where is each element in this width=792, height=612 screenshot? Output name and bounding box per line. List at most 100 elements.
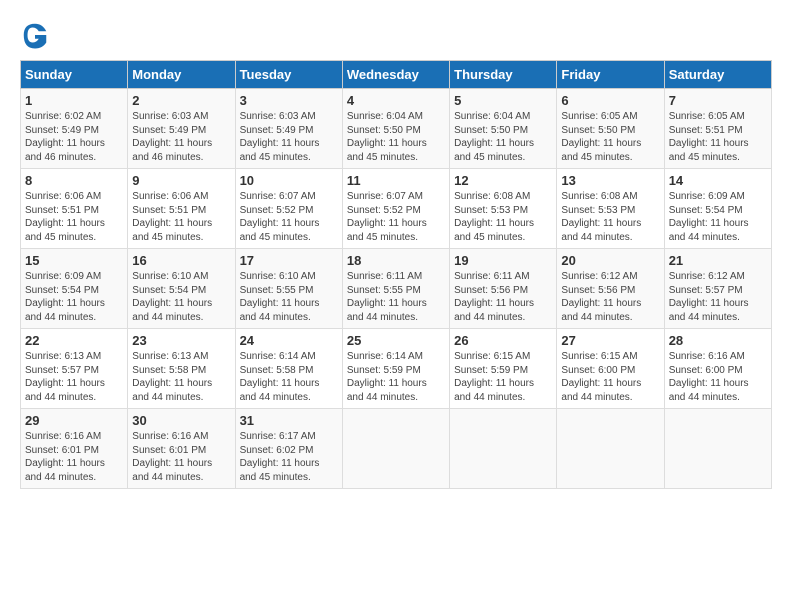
day-detail: Sunrise: 6:15 AMSunset: 5:59 PMDaylight:… <box>454 351 534 403</box>
calendar-cell <box>450 409 557 489</box>
header-thursday: Thursday <box>450 61 557 89</box>
day-number: 20 <box>561 253 659 268</box>
calendar-cell: 1 Sunrise: 6:02 AMSunset: 5:49 PMDayligh… <box>21 89 128 169</box>
calendar-cell <box>557 409 664 489</box>
calendar-cell: 19 Sunrise: 6:11 AMSunset: 5:56 PMDaylig… <box>450 249 557 329</box>
calendar-cell: 8 Sunrise: 6:06 AMSunset: 5:51 PMDayligh… <box>21 169 128 249</box>
day-detail: Sunrise: 6:13 AMSunset: 5:57 PMDaylight:… <box>25 351 105 403</box>
calendar-cell: 29 Sunrise: 6:16 AMSunset: 6:01 PMDaylig… <box>21 409 128 489</box>
header-wednesday: Wednesday <box>342 61 449 89</box>
calendar-cell: 11 Sunrise: 6:07 AMSunset: 5:52 PMDaylig… <box>342 169 449 249</box>
day-detail: Sunrise: 6:11 AMSunset: 5:55 PMDaylight:… <box>347 271 427 323</box>
calendar-cell: 6 Sunrise: 6:05 AMSunset: 5:50 PMDayligh… <box>557 89 664 169</box>
day-number: 21 <box>669 253 767 268</box>
day-detail: Sunrise: 6:07 AMSunset: 5:52 PMDaylight:… <box>347 191 427 243</box>
day-detail: Sunrise: 6:14 AMSunset: 5:58 PMDaylight:… <box>240 351 320 403</box>
day-number: 23 <box>132 333 230 348</box>
calendar-cell: 4 Sunrise: 6:04 AMSunset: 5:50 PMDayligh… <box>342 89 449 169</box>
calendar-cell: 12 Sunrise: 6:08 AMSunset: 5:53 PMDaylig… <box>450 169 557 249</box>
day-number: 28 <box>669 333 767 348</box>
day-detail: Sunrise: 6:03 AMSunset: 5:49 PMDaylight:… <box>240 111 320 163</box>
day-number: 8 <box>25 173 123 188</box>
header-row: SundayMondayTuesdayWednesdayThursdayFrid… <box>21 61 772 89</box>
day-number: 31 <box>240 413 338 428</box>
day-number: 30 <box>132 413 230 428</box>
calendar-cell: 5 Sunrise: 6:04 AMSunset: 5:50 PMDayligh… <box>450 89 557 169</box>
day-number: 3 <box>240 93 338 108</box>
logo-icon <box>20 20 50 50</box>
calendar-cell: 30 Sunrise: 6:16 AMSunset: 6:01 PMDaylig… <box>128 409 235 489</box>
day-number: 5 <box>454 93 552 108</box>
day-detail: Sunrise: 6:02 AMSunset: 5:49 PMDaylight:… <box>25 111 105 163</box>
day-detail: Sunrise: 6:09 AMSunset: 5:54 PMDaylight:… <box>669 191 749 243</box>
day-detail: Sunrise: 6:10 AMSunset: 5:54 PMDaylight:… <box>132 271 212 323</box>
day-number: 12 <box>454 173 552 188</box>
calendar-cell: 7 Sunrise: 6:05 AMSunset: 5:51 PMDayligh… <box>664 89 771 169</box>
day-number: 17 <box>240 253 338 268</box>
day-detail: Sunrise: 6:05 AMSunset: 5:50 PMDaylight:… <box>561 111 641 163</box>
day-number: 19 <box>454 253 552 268</box>
day-detail: Sunrise: 6:08 AMSunset: 5:53 PMDaylight:… <box>561 191 641 243</box>
day-number: 15 <box>25 253 123 268</box>
calendar-cell: 26 Sunrise: 6:15 AMSunset: 5:59 PMDaylig… <box>450 329 557 409</box>
day-detail: Sunrise: 6:04 AMSunset: 5:50 PMDaylight:… <box>347 111 427 163</box>
calendar-week-1: 1 Sunrise: 6:02 AMSunset: 5:49 PMDayligh… <box>21 89 772 169</box>
calendar-cell: 10 Sunrise: 6:07 AMSunset: 5:52 PMDaylig… <box>235 169 342 249</box>
day-detail: Sunrise: 6:11 AMSunset: 5:56 PMDaylight:… <box>454 271 534 323</box>
calendar-cell: 3 Sunrise: 6:03 AMSunset: 5:49 PMDayligh… <box>235 89 342 169</box>
day-detail: Sunrise: 6:10 AMSunset: 5:55 PMDaylight:… <box>240 271 320 323</box>
calendar-cell: 13 Sunrise: 6:08 AMSunset: 5:53 PMDaylig… <box>557 169 664 249</box>
calendar-cell: 16 Sunrise: 6:10 AMSunset: 5:54 PMDaylig… <box>128 249 235 329</box>
day-detail: Sunrise: 6:12 AMSunset: 5:56 PMDaylight:… <box>561 271 641 323</box>
calendar-week-3: 15 Sunrise: 6:09 AMSunset: 5:54 PMDaylig… <box>21 249 772 329</box>
header-saturday: Saturday <box>664 61 771 89</box>
logo <box>20 20 54 50</box>
day-number: 9 <box>132 173 230 188</box>
day-number: 25 <box>347 333 445 348</box>
calendar-cell: 9 Sunrise: 6:06 AMSunset: 5:51 PMDayligh… <box>128 169 235 249</box>
day-number: 13 <box>561 173 659 188</box>
calendar-cell: 21 Sunrise: 6:12 AMSunset: 5:57 PMDaylig… <box>664 249 771 329</box>
day-detail: Sunrise: 6:17 AMSunset: 6:02 PMDaylight:… <box>240 431 320 483</box>
day-number: 4 <box>347 93 445 108</box>
calendar-cell: 20 Sunrise: 6:12 AMSunset: 5:56 PMDaylig… <box>557 249 664 329</box>
calendar-cell: 27 Sunrise: 6:15 AMSunset: 6:00 PMDaylig… <box>557 329 664 409</box>
calendar-table: SundayMondayTuesdayWednesdayThursdayFrid… <box>20 60 772 489</box>
calendar-cell: 28 Sunrise: 6:16 AMSunset: 6:00 PMDaylig… <box>664 329 771 409</box>
day-number: 11 <box>347 173 445 188</box>
calendar-cell: 22 Sunrise: 6:13 AMSunset: 5:57 PMDaylig… <box>21 329 128 409</box>
calendar-week-4: 22 Sunrise: 6:13 AMSunset: 5:57 PMDaylig… <box>21 329 772 409</box>
calendar-cell: 31 Sunrise: 6:17 AMSunset: 6:02 PMDaylig… <box>235 409 342 489</box>
day-detail: Sunrise: 6:14 AMSunset: 5:59 PMDaylight:… <box>347 351 427 403</box>
day-number: 24 <box>240 333 338 348</box>
day-number: 26 <box>454 333 552 348</box>
header-monday: Monday <box>128 61 235 89</box>
header-tuesday: Tuesday <box>235 61 342 89</box>
day-detail: Sunrise: 6:16 AMSunset: 6:01 PMDaylight:… <box>132 431 212 483</box>
day-detail: Sunrise: 6:07 AMSunset: 5:52 PMDaylight:… <box>240 191 320 243</box>
day-number: 29 <box>25 413 123 428</box>
day-number: 7 <box>669 93 767 108</box>
day-detail: Sunrise: 6:06 AMSunset: 5:51 PMDaylight:… <box>25 191 105 243</box>
day-number: 22 <box>25 333 123 348</box>
day-number: 2 <box>132 93 230 108</box>
calendar-cell: 14 Sunrise: 6:09 AMSunset: 5:54 PMDaylig… <box>664 169 771 249</box>
calendar-cell: 24 Sunrise: 6:14 AMSunset: 5:58 PMDaylig… <box>235 329 342 409</box>
calendar-cell: 18 Sunrise: 6:11 AMSunset: 5:55 PMDaylig… <box>342 249 449 329</box>
day-detail: Sunrise: 6:16 AMSunset: 6:01 PMDaylight:… <box>25 431 105 483</box>
calendar-cell: 23 Sunrise: 6:13 AMSunset: 5:58 PMDaylig… <box>128 329 235 409</box>
day-detail: Sunrise: 6:04 AMSunset: 5:50 PMDaylight:… <box>454 111 534 163</box>
calendar-week-2: 8 Sunrise: 6:06 AMSunset: 5:51 PMDayligh… <box>21 169 772 249</box>
header-friday: Friday <box>557 61 664 89</box>
day-number: 6 <box>561 93 659 108</box>
day-detail: Sunrise: 6:13 AMSunset: 5:58 PMDaylight:… <box>132 351 212 403</box>
day-number: 14 <box>669 173 767 188</box>
day-number: 1 <box>25 93 123 108</box>
day-detail: Sunrise: 6:16 AMSunset: 6:00 PMDaylight:… <box>669 351 749 403</box>
day-detail: Sunrise: 6:09 AMSunset: 5:54 PMDaylight:… <box>25 271 105 323</box>
day-number: 27 <box>561 333 659 348</box>
day-number: 16 <box>132 253 230 268</box>
day-detail: Sunrise: 6:08 AMSunset: 5:53 PMDaylight:… <box>454 191 534 243</box>
calendar-cell: 15 Sunrise: 6:09 AMSunset: 5:54 PMDaylig… <box>21 249 128 329</box>
day-detail: Sunrise: 6:12 AMSunset: 5:57 PMDaylight:… <box>669 271 749 323</box>
